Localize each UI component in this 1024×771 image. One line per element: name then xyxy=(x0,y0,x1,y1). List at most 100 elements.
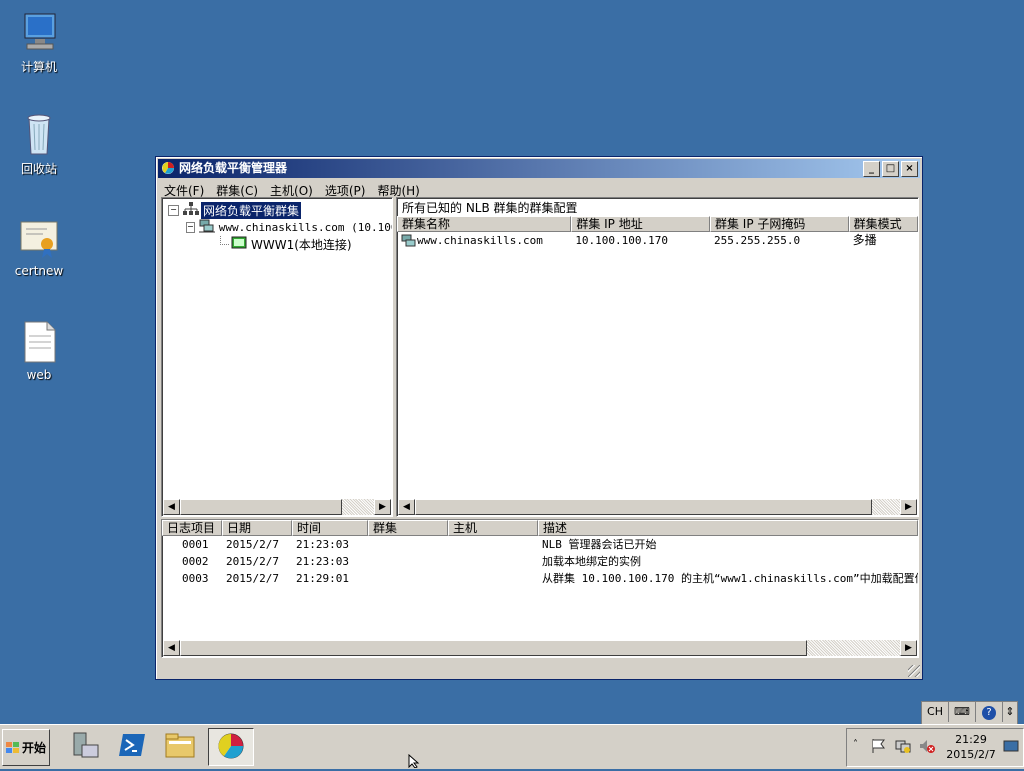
tree-root-label: 网络负载平衡群集 xyxy=(201,202,302,219)
pane-title: 所有已知的 NLB 群集的群集配置 xyxy=(402,201,578,215)
taskbar-server-manager[interactable] xyxy=(62,728,106,764)
network-icon[interactable] xyxy=(895,738,911,757)
certificate-icon xyxy=(17,216,61,260)
log-hscrollbar[interactable]: ◀ ▶ xyxy=(163,640,917,656)
tree-item-root[interactable]: − 网络负载平衡群集 xyxy=(168,202,388,219)
tree-cluster-label: www.chinaskills.com (10.100. xyxy=(218,221,393,234)
tree-host-label: WWW1(本地连接) xyxy=(251,238,352,252)
language-bar: CH ⌨ ? ⇕ xyxy=(921,701,1018,725)
log-time: 21:23:03 xyxy=(296,538,349,551)
system-tray: ˄ 21:29 2015/2/7 xyxy=(846,728,1024,767)
log-row[interactable]: 0003 2015/2/7 21:29:01 从群集 10.100.100.17… xyxy=(162,570,918,587)
tree-item-cluster[interactable]: − www.chinaskills.com (10.100. xyxy=(186,219,392,236)
server-manager-icon xyxy=(68,729,100,764)
col-cluster[interactable]: 群集 xyxy=(368,520,448,536)
tree-item-host[interactable]: WWW1(本地连接) xyxy=(220,236,388,253)
col-description[interactable]: 描述 xyxy=(538,520,918,536)
desktop-icon-label: 回收站 xyxy=(20,162,57,176)
log-host xyxy=(448,536,538,553)
options-icon[interactable]: ⇕ xyxy=(1003,702,1017,722)
action-center-flag-icon[interactable] xyxy=(871,738,887,757)
col-cluster-mode[interactable]: 群集模式 xyxy=(848,216,918,232)
log-time: 21:29:01 xyxy=(296,572,349,585)
log-date: 2015/2/7 xyxy=(226,538,279,551)
nlb-app-icon xyxy=(161,161,175,175)
menu-help[interactable]: 帮助(H) xyxy=(371,182,425,199)
log-host xyxy=(448,570,538,587)
collapse-icon[interactable]: − xyxy=(186,222,195,233)
right-hscrollbar[interactable]: ◀ ▶ xyxy=(398,499,917,515)
col-date[interactable]: 日期 xyxy=(222,520,292,536)
log-host xyxy=(448,553,538,570)
powershell-icon xyxy=(117,732,147,761)
scroll-left-icon[interactable]: ◀ xyxy=(163,499,180,515)
help-icon[interactable]: ? xyxy=(976,702,1003,722)
scroll-left-icon[interactable]: ◀ xyxy=(163,640,180,656)
volume-muted-icon[interactable] xyxy=(919,738,935,757)
log-description: NLB 管理器会话已开始 xyxy=(542,538,657,551)
log-date: 2015/2/7 xyxy=(226,572,279,585)
col-cluster-ip[interactable]: 群集 IP 地址 xyxy=(571,216,710,232)
col-time[interactable]: 时间 xyxy=(292,520,368,536)
language-indicator[interactable]: CH xyxy=(922,702,949,722)
log-pane: 日志项目 日期 时间 群集 主机 描述 0001 2015/2/7 21:23:… xyxy=(161,519,919,658)
resize-grip-icon[interactable] xyxy=(908,665,920,677)
taskbar-nlb-manager[interactable] xyxy=(208,728,254,766)
close-button[interactable]: × xyxy=(901,161,918,177)
log-row[interactable]: 0002 2015/2/7 21:23:03 加载本地绑定的实例 xyxy=(162,553,918,570)
host-icon xyxy=(231,236,247,253)
desktop-icon-label: web xyxy=(26,368,52,382)
col-subnet-mask[interactable]: 群集 IP 子网掩码 xyxy=(709,216,849,232)
log-cluster xyxy=(368,570,448,587)
clock-time[interactable]: 21:29 xyxy=(943,732,999,747)
keyboard-icon[interactable]: ⌨ xyxy=(949,702,976,722)
minimize-button[interactable]: _ xyxy=(863,161,880,177)
collapse-icon[interactable]: − xyxy=(168,205,179,216)
desktop-icon-web[interactable]: web xyxy=(8,320,70,382)
desktop-icon-label: 计算机 xyxy=(20,60,57,74)
col-log-entry[interactable]: 日志项目 xyxy=(162,520,222,536)
log-cluster xyxy=(368,553,448,570)
nlb-app-icon xyxy=(216,731,246,764)
maximize-button[interactable]: □ xyxy=(882,161,899,177)
col-host[interactable]: 主机 xyxy=(448,520,538,536)
log-date: 2015/2/7 xyxy=(226,555,279,568)
taskbar-explorer[interactable] xyxy=(158,728,202,764)
tree-hscrollbar[interactable]: ◀ ▶ xyxy=(163,499,391,515)
log-description: 加载本地绑定的实例 xyxy=(542,555,641,568)
cell-cluster-name: www.chinaskills.com xyxy=(417,234,543,247)
clock-date[interactable]: 2015/2/7 xyxy=(943,747,999,762)
log-row[interactable]: 0001 2015/2/7 21:23:03 NLB 管理器会话已开始 xyxy=(162,536,918,553)
menu-file[interactable]: 文件(F) xyxy=(158,182,210,199)
title-bar[interactable]: 网络负载平衡管理器 _ □ × xyxy=(158,159,920,178)
menu-options[interactable]: 选项(P) xyxy=(319,182,372,199)
show-desktop-icon[interactable] xyxy=(1003,740,1019,757)
cluster-icon xyxy=(198,219,215,236)
taskbar: 开始 ˄ 21:29 2015/2/7 xyxy=(0,724,1024,769)
cluster-config-pane: 所有已知的 NLB 群集的群集配置 群集名称 群集 IP 地址 群集 IP 子网… xyxy=(396,197,919,517)
scroll-right-icon[interactable]: ▶ xyxy=(900,499,917,515)
desktop-icon-certnew[interactable]: certnew xyxy=(8,216,70,278)
recycle-bin-icon xyxy=(17,112,61,156)
menu-host[interactable]: 主机(O) xyxy=(264,182,319,199)
scroll-right-icon[interactable]: ▶ xyxy=(900,640,917,656)
scroll-left-icon[interactable]: ◀ xyxy=(398,499,415,515)
start-label: 开始 xyxy=(21,741,46,755)
desktop-icon-computer[interactable]: 计算机 xyxy=(8,10,70,75)
cluster-root-icon xyxy=(183,202,199,219)
taskbar-powershell[interactable] xyxy=(110,728,154,764)
desktop-icon-label: certnew xyxy=(14,264,64,278)
table-row[interactable]: www.chinaskills.com 10.100.100.170 255.2… xyxy=(397,232,918,249)
log-table-header: 日志项目 日期 时间 群集 主机 描述 xyxy=(162,520,918,536)
cluster-icon xyxy=(401,232,417,249)
desktop-icon-recycle-bin[interactable]: 回收站 xyxy=(8,112,70,177)
col-cluster-name[interactable]: 群集名称 xyxy=(397,216,572,232)
menu-cluster[interactable]: 群集(C) xyxy=(210,182,264,199)
show-hidden-icons-icon[interactable]: ˄ xyxy=(853,739,858,750)
scroll-right-icon[interactable]: ▶ xyxy=(374,499,391,515)
log-cluster xyxy=(368,536,448,553)
log-time: 21:23:03 xyxy=(296,555,349,568)
start-button[interactable]: 开始 xyxy=(2,729,50,766)
computer-icon xyxy=(17,10,61,54)
folder-icon xyxy=(164,731,196,762)
